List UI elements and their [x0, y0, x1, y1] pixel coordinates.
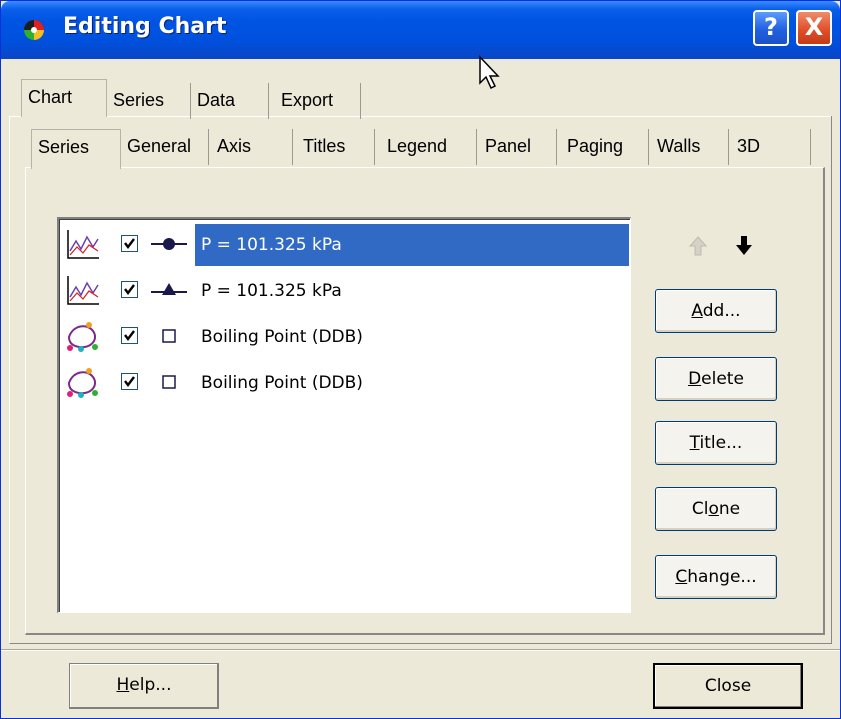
square-marker-icon	[162, 375, 176, 389]
triangle-marker-icon	[151, 283, 187, 295]
title-label-post: itle...	[699, 433, 743, 453]
close-title-button[interactable]: X	[796, 10, 832, 46]
subtab-general[interactable]: General	[121, 129, 209, 165]
subtab-titles[interactable]: Titles	[297, 129, 375, 165]
window-title: Editing Chart	[63, 14, 227, 39]
move-down-arrow-icon[interactable]	[731, 233, 757, 259]
help-icon: ?	[764, 13, 778, 41]
clone-label-post: ne	[718, 499, 741, 519]
teechart-app-icon	[24, 20, 44, 40]
subtab-panel[interactable]: Panel	[479, 129, 557, 165]
help-label-accel: H	[116, 675, 130, 695]
delete-label-accel: D	[688, 369, 702, 389]
visible-checkbox[interactable]	[121, 235, 138, 252]
line-chart-icon	[67, 276, 99, 305]
subtab-series[interactable]: Series	[31, 129, 121, 169]
subtab-walls-label: Walls	[657, 136, 701, 156]
tab-data-label: Data	[197, 90, 236, 110]
tab-data[interactable]: Data	[191, 83, 269, 119]
clone-label-accel: o	[708, 499, 719, 519]
change-button[interactable]: Change...	[655, 555, 777, 599]
visible-checkbox[interactable]	[121, 327, 138, 344]
close-button-label: Close	[704, 676, 752, 696]
series-label: P = 101.325 kPa	[201, 281, 342, 301]
title-bar[interactable]: Editing Chart ? X	[1, 1, 840, 59]
close-button[interactable]: Close	[653, 663, 803, 709]
help-title-button[interactable]: ?	[753, 10, 789, 46]
list-item[interactable]: Boiling Point (DDB)	[63, 315, 629, 357]
help-label-post: elp...	[129, 675, 172, 695]
subtab-legend[interactable]: Legend	[381, 129, 477, 165]
visible-checkbox[interactable]	[121, 281, 138, 298]
mouse-cursor-icon	[479, 55, 500, 90]
add-label-accel: A	[691, 301, 703, 321]
visible-checkbox[interactable]	[121, 373, 138, 390]
subtab-3d-label: 3D	[737, 136, 761, 156]
point-chart-icon	[67, 368, 98, 398]
subtab-axis[interactable]: Axis	[211, 129, 293, 165]
series-label: P = 101.325 kPa	[195, 224, 629, 266]
delete-label-post: elete	[701, 369, 744, 389]
add-label-post: dd...	[702, 301, 741, 321]
subtab-titles-label: Titles	[303, 136, 346, 156]
series-label: Boiling Point (DDB)	[201, 327, 363, 347]
tab-chart[interactable]: Chart	[21, 79, 107, 117]
clone-label-pre: Cl	[691, 499, 709, 519]
tab-series[interactable]: Series	[107, 83, 191, 119]
clone-button[interactable]: Clone	[655, 487, 777, 531]
subtab-paging-label: Paging	[567, 136, 624, 156]
subtab-walls[interactable]: Walls	[651, 129, 729, 165]
circle-marker-icon	[151, 238, 187, 250]
editing-chart-window: Editing Chart ? X Chart Series Data Expo…	[0, 0, 841, 719]
subtab-axis-label: Axis	[217, 136, 252, 156]
add-button[interactable]: Add...	[655, 289, 777, 333]
tab-chart-label: Chart	[28, 87, 73, 107]
title-button[interactable]: Title...	[655, 421, 777, 465]
square-marker-icon	[162, 329, 176, 343]
change-label-post: hange...	[687, 567, 757, 587]
tab-export-label: Export	[281, 90, 334, 110]
series-list[interactable]: P = 101.325 kPa P = 101.325 kPa Boiling …	[57, 217, 631, 613]
series-label: Boiling Point (DDB)	[201, 373, 363, 393]
footer-separator	[1, 649, 840, 651]
subtab-series-label: Series	[38, 137, 90, 157]
subtab-paging[interactable]: Paging	[561, 129, 649, 165]
change-label-accel: C	[675, 567, 688, 587]
list-item[interactable]: P = 101.325 kPa	[63, 269, 629, 311]
help-button[interactable]: Help...	[69, 663, 219, 709]
point-chart-icon	[67, 322, 98, 352]
list-item[interactable]: Boiling Point (DDB)	[63, 361, 629, 403]
close-icon: X	[804, 13, 824, 41]
subtab-panel-label: Panel	[485, 136, 532, 156]
subtab-legend-label: Legend	[387, 136, 448, 156]
subtab-general-label: General	[127, 136, 192, 156]
list-item[interactable]: P = 101.325 kPa	[63, 223, 629, 266]
move-up-arrow-icon[interactable]	[685, 233, 711, 259]
tab-series-label: Series	[113, 90, 165, 110]
line-chart-icon	[67, 230, 99, 259]
title-label-accel: T	[689, 433, 700, 453]
subtab-3d[interactable]: 3D	[731, 129, 811, 165]
tab-export[interactable]: Export	[275, 83, 361, 119]
delete-button[interactable]: Delete	[655, 357, 777, 401]
